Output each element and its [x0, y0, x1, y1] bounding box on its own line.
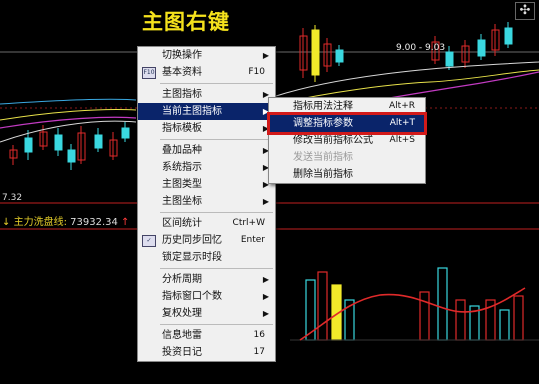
- menu-item-label: 主图指标: [162, 89, 202, 100]
- menu-item-label: 投资日记: [162, 347, 202, 358]
- candle-body: [121, 127, 130, 139]
- candle-body: [504, 27, 513, 45]
- volume-bar: [499, 309, 510, 341]
- sync-icon: ✓: [142, 235, 156, 247]
- annotation-title: 主图右键: [142, 9, 230, 34]
- menu-item[interactable]: 主图坐标 ▶: [138, 193, 275, 210]
- volume-bar: [437, 267, 448, 341]
- menu-item[interactable]: F10 基本资料 F10: [138, 64, 275, 81]
- menu-item-label: 信息地雷: [162, 330, 202, 341]
- menu-separator: [160, 83, 273, 84]
- menu-item-label: 区间统计: [162, 218, 202, 229]
- info-icon: F10: [142, 67, 156, 79]
- menu-item[interactable]: 叠加品种 ▶: [138, 142, 275, 159]
- candle-body: [54, 134, 63, 151]
- candle-body: [477, 39, 486, 57]
- menu-item-label: 系统指示: [162, 162, 202, 173]
- menu-item[interactable]: 分析周期 ▶: [138, 271, 275, 288]
- menu-item[interactable]: ✓ 历史同步回忆 Enter: [138, 232, 275, 249]
- menu-item-label: 当前主图指标: [162, 106, 222, 117]
- menu-item-label: 叠加品种: [162, 145, 202, 156]
- price-label-left: 7.32: [2, 193, 23, 203]
- menu-item[interactable]: 系统指示 ▶: [138, 159, 275, 176]
- submenu-arrow-icon: ▶: [262, 292, 269, 301]
- menu-item-label: 分析周期: [162, 274, 202, 285]
- volume-bar: [513, 295, 524, 341]
- candle-body: [335, 49, 344, 63]
- indicator-line: ↓ 主力洗盘线: 73932.34 ↑: [2, 213, 129, 228]
- menu-shortcut: F10: [248, 67, 265, 77]
- volume-bar: [419, 291, 430, 341]
- submenu-arrow-icon: ▶: [262, 309, 269, 318]
- menu-shortcut: 17: [253, 347, 265, 357]
- menu-item[interactable]: 当前主图指标 ▶: [138, 103, 275, 120]
- submenu-arrow-icon: ▶: [262, 275, 269, 284]
- menu-separator: [160, 212, 273, 213]
- menu-item[interactable]: 主图指标 ▶: [138, 86, 275, 103]
- candle-body: [445, 51, 454, 67]
- menu-item-label: 基本资料: [162, 67, 202, 78]
- submenu-arrow-icon: ▶: [262, 197, 269, 206]
- menu-item[interactable]: 锁定显示时段: [138, 249, 275, 266]
- menu-item[interactable]: 投资日记 17: [138, 344, 275, 361]
- menu-separator: [160, 139, 273, 140]
- menu-item-label: 切换操作: [162, 50, 202, 61]
- menu-item[interactable]: 指标窗口个数 ▶: [138, 288, 275, 305]
- volume-bar: [455, 299, 466, 341]
- candle-body: [24, 137, 33, 153]
- candle-body: [67, 149, 76, 163]
- menu-item-label: 指标模板: [162, 123, 202, 134]
- menu-item-label: 主图坐标: [162, 196, 202, 207]
- price-label-top: 9.00 - 9.03: [396, 43, 446, 53]
- menu-item-label: 删除当前指标: [293, 169, 353, 180]
- menu-item[interactable]: 主图类型 ▶: [138, 176, 275, 193]
- context-menu: 切换操作 ▶ F10 基本资料 F10 主图指标 ▶ 当前主图指标 ▶ 指标模板 ▶ 叠加品种 ▶ 系统指…: [137, 46, 276, 362]
- menu-item[interactable]: 复权处理 ▶: [138, 305, 275, 322]
- menu-item-label: 历史同步回忆: [162, 235, 222, 246]
- menu-item[interactable]: 删除当前指标: [269, 166, 425, 183]
- crosshair-icon[interactable]: ✣: [515, 2, 535, 20]
- menu-item: 发送当前指标: [269, 149, 425, 166]
- menu-item[interactable]: 区间统计 Ctrl+W: [138, 215, 275, 232]
- candle-body: [94, 134, 103, 149]
- menu-item[interactable]: 指标模板 ▶: [138, 120, 275, 137]
- volume-bar: [317, 271, 328, 341]
- menu-shortcut: Ctrl+W: [232, 218, 265, 228]
- submenu-current-indicator: 指标用法注释 Alt+R 调整指标参数 Alt+T 修改当前指标公式 Alt+S 发送当前指…: [268, 97, 426, 184]
- menu-separator: [160, 268, 273, 269]
- menu-item-label: 指标窗口个数: [162, 291, 222, 302]
- menu-shortcut: 16: [253, 330, 265, 340]
- candle-body: [311, 29, 320, 76]
- menu-item-label: 复权处理: [162, 308, 202, 319]
- menu-separator: [160, 324, 273, 325]
- menu-item-label: 主图类型: [162, 179, 202, 190]
- menu-item-label: 锁定显示时段: [162, 252, 222, 263]
- menu-item-label: 发送当前指标: [293, 152, 353, 163]
- submenu-arrow-icon: ▶: [262, 51, 269, 60]
- menu-item-label: 指标用法注释: [293, 101, 353, 112]
- up-arrow-icon: ↑: [121, 217, 130, 228]
- menu-item[interactable]: 信息地雷 16: [138, 327, 275, 344]
- menu-shortcut: Enter: [240, 235, 265, 245]
- callout-box: [267, 112, 427, 135]
- down-arrow-icon: ↓: [2, 217, 11, 228]
- menu-item[interactable]: 切换操作 ▶: [138, 47, 275, 64]
- indicator-value: 73932.34: [70, 217, 118, 228]
- indicator-name: 主力洗盘线:: [13, 217, 67, 228]
- menu-item-label: 修改当前指标公式: [293, 135, 373, 146]
